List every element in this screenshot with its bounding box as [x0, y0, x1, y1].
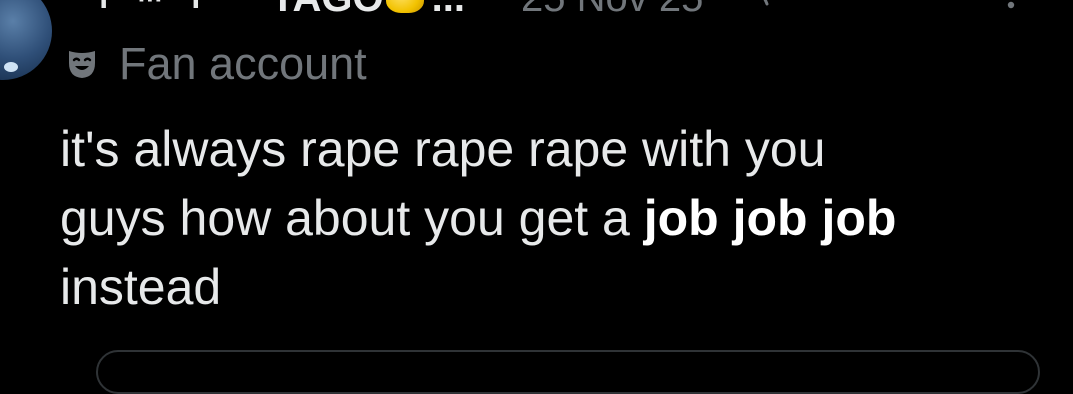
tweet-line-2: guys how about you get a job job job [60, 184, 1060, 253]
reply-arrow-icon[interactable] [737, 0, 773, 16]
tweet-line-2-text: guys how about you get a [60, 190, 644, 246]
author-name[interactable]: YAGO [270, 0, 384, 21]
more-vertical-icon[interactable] [1004, 0, 1018, 20]
tweet-line-3: instead [60, 259, 222, 315]
theater-mask-icon [69, 51, 95, 78]
author-symbols: + ᵐ + [92, 0, 214, 21]
tweet-line-1: it's always rape rape rape with you [60, 121, 826, 177]
avatar[interactable] [0, 0, 52, 80]
author-name-ellipsis: ... [432, 0, 465, 21]
sponge-emoji-icon [385, 0, 424, 13]
avatar-detail [4, 62, 18, 72]
media-card[interactable] [96, 350, 1040, 394]
account-label-text: Fan account [119, 38, 367, 89]
tweet-bold-text: job job job [643, 190, 897, 246]
account-label: Fan account [65, 38, 367, 89]
tweet-text: it's always rape rape rape with you guys… [60, 115, 1060, 322]
tweet-header: + ᵐ + YAGO ... 25 Nov 25 [70, 0, 773, 21]
tweet-date[interactable]: 25 Nov 25 [521, 0, 703, 21]
